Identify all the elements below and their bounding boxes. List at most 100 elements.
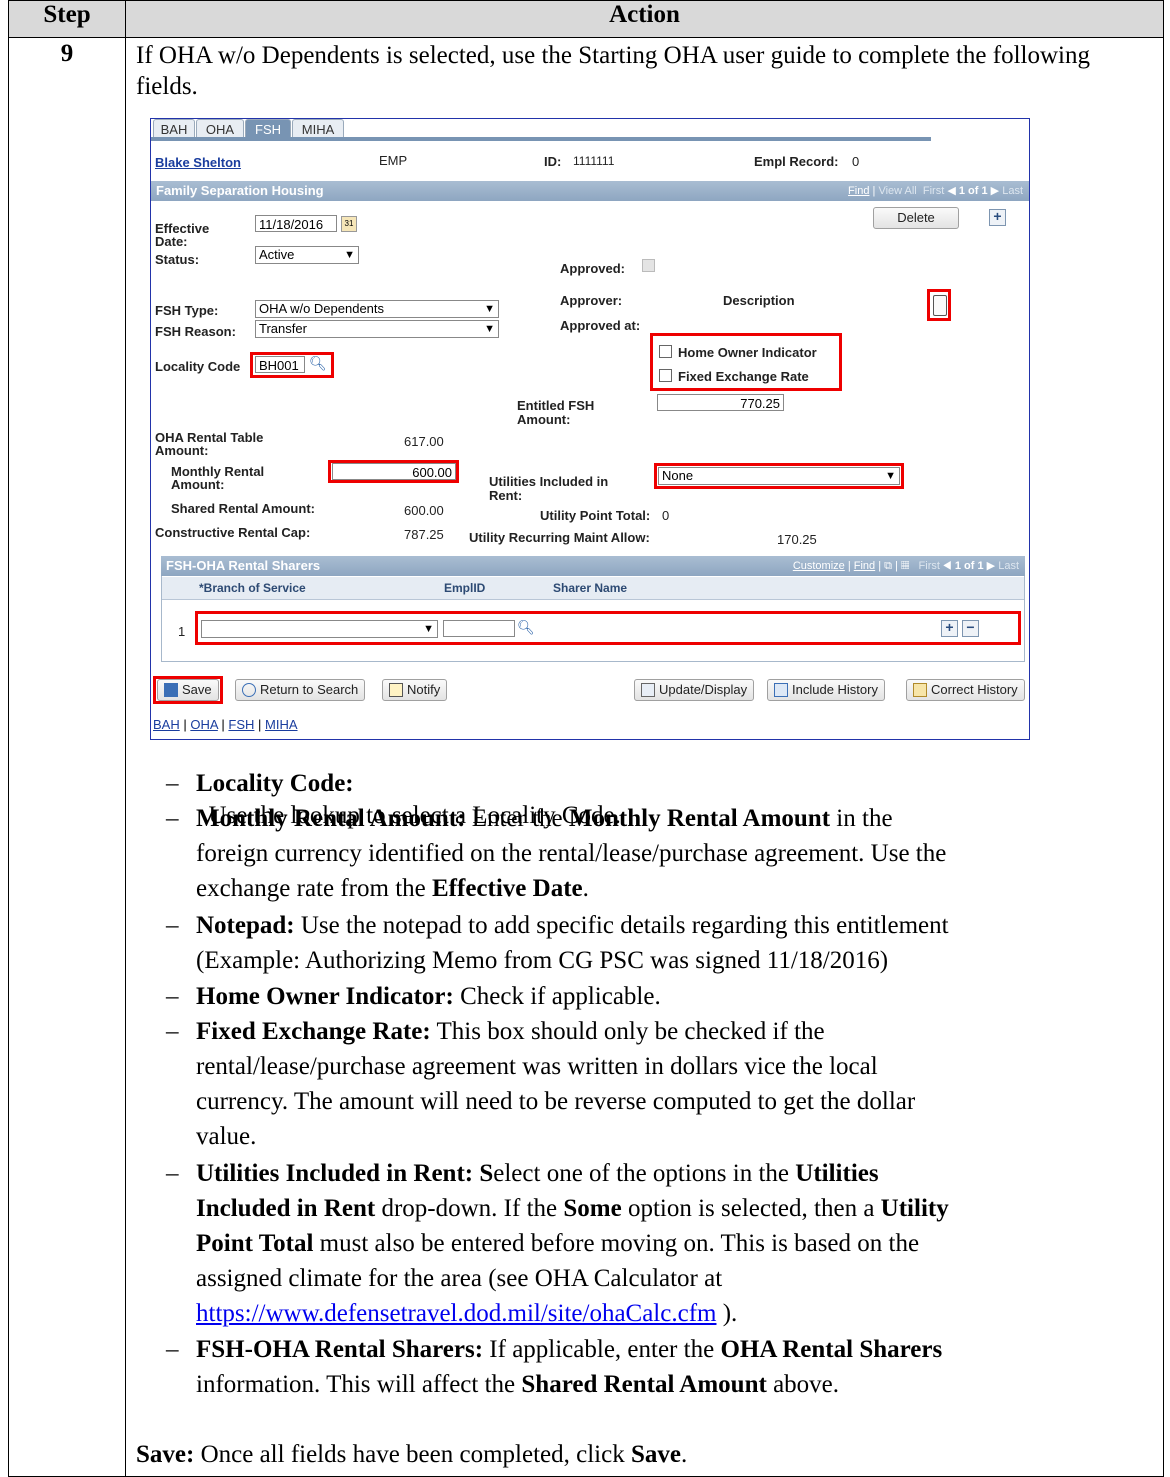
utilities-label: Utilities Included in Rent: [489, 474, 609, 503]
bullet-text: If applicable, enter the [483, 1336, 721, 1363]
bullet-bold: Some [563, 1195, 622, 1222]
description-label: Description [723, 293, 795, 308]
delete-button[interactable]: Delete [873, 207, 959, 229]
bullet-text: drop-down. If the [375, 1195, 564, 1222]
sharers-col-headers: *Branch of Service EmplID Sharer Name [162, 577, 1024, 600]
bullet-text: value. [196, 1123, 257, 1150]
bullet-text: in the [830, 805, 893, 832]
approved-at-label: Approved at: [560, 318, 641, 333]
zoom-icon[interactable]: ⧉ [884, 560, 892, 572]
add-sharer-icon[interactable]: + [941, 620, 958, 637]
return-icon [242, 683, 256, 697]
bullet-text: (Example: Authorizing Memo from CG PSC w… [196, 947, 889, 974]
bullet-text: option is selected, then a [621, 1195, 881, 1222]
col-action-header: Action [125, 0, 1164, 38]
customize-link[interactable]: Customize [793, 560, 845, 572]
bullet-text: information. This will affect the [196, 1371, 522, 1398]
bullet-bold: Point Total [196, 1230, 314, 1257]
return-to-search-button[interactable]: Return to Search [235, 679, 366, 701]
sharers-prev-icon[interactable]: ◀ [943, 560, 952, 572]
shared-rental-value: 600.00 [404, 503, 444, 518]
fsh-reason-value: Transfer [259, 321, 307, 336]
bullet-text: rental/lease/purchase agreement was writ… [196, 1053, 878, 1080]
view-all-link[interactable]: View All [878, 185, 916, 197]
home-owner-checkbox[interactable] [659, 345, 672, 358]
prev-arrow-icon[interactable]: ◀ [947, 185, 955, 197]
bullet-bold: Save [630, 1441, 681, 1468]
oha-calculator-link[interactable]: https://www.defensetravel.dod.mil/site/o… [196, 1300, 716, 1327]
utilities-select[interactable]: None ▼ [658, 467, 900, 485]
col-emplid: EmplID [444, 581, 486, 595]
bullet-bold: Effective Date [432, 875, 583, 902]
fixed-exchange-checkbox[interactable] [659, 369, 672, 382]
utility-maint-label: Utility Recurring Maint Allow: [469, 530, 650, 545]
find-link[interactable]: Find [848, 185, 869, 197]
bullet-text: elect one of the options in the [493, 1160, 796, 1187]
include-history-icon [774, 683, 788, 697]
bullet-text: foreign currency identified on the renta… [196, 840, 947, 867]
bullet-bold: Save: [136, 1441, 195, 1468]
fsh-type-select[interactable]: OHA w/o Dependents ▼ [255, 300, 499, 318]
id-label: ID: [544, 154, 562, 169]
remove-sharer-icon[interactable]: − [962, 620, 979, 637]
next-arrow-icon[interactable]: ▶ [991, 185, 999, 197]
save-label: Save [182, 682, 212, 697]
sharers-last-link[interactable]: Last [998, 560, 1019, 572]
emplid-lookup-icon[interactable]: 🔍︎ [517, 619, 535, 636]
bullet-bold: Included in Rent [196, 1195, 376, 1222]
approved-checkbox [642, 259, 655, 272]
add-row-icon[interactable]: + [989, 209, 1006, 226]
bullet-bold: Shared Rental Amount [521, 1371, 767, 1398]
notepad-icon[interactable] [933, 295, 947, 316]
bullet-text: currency. The amount will need to be rev… [196, 1088, 916, 1115]
effective-date-input[interactable]: 11/18/2016 [255, 215, 337, 232]
section-nav: Find | View All First ◀ 1 of 1 ▶ Last [848, 185, 1023, 197]
search-lookup-icon[interactable]: 🔍︎ [309, 355, 327, 372]
utility-point-value: 0 [662, 508, 670, 523]
update-display-button[interactable]: Update/Display [634, 679, 755, 701]
employee-name-link[interactable]: Blake Shelton [155, 155, 241, 170]
status-select[interactable]: Active ▼ [255, 246, 359, 264]
sharers-title: FSH-OHA Rental Sharers [166, 558, 321, 573]
chevron-down-icon: ▼ [484, 323, 495, 335]
emplid-input[interactable] [443, 620, 515, 637]
bullet-bold: Fixed Exchange Rate: [196, 1018, 431, 1045]
footer-link-bah[interactable]: BAH [153, 717, 180, 732]
grid-icon[interactable]: ▦ [901, 560, 909, 572]
last-link[interactable]: Last [1002, 185, 1023, 197]
footer-link-miha[interactable]: MIHA [265, 717, 298, 732]
sharers-first-link[interactable]: First [919, 560, 940, 572]
fsh-reason-select[interactable]: Transfer ▼ [255, 320, 499, 338]
save-button[interactable]: Save [157, 679, 219, 701]
entitled-fsh-value: 770.25 [657, 394, 784, 411]
entitled-fsh-label: Entitled FSH Amount: [517, 398, 595, 427]
sharers-nav: Customize | Find | ⧉ | ▦ First ◀ 1 of 1 … [792, 560, 1019, 572]
bullet-bold: Monthly Rental Amount: [196, 805, 466, 832]
include-history-button[interactable]: Include History [767, 679, 885, 701]
fixed-exchange-label: Fixed Exchange Rate [678, 369, 809, 384]
sharers-header: FSH-OHA Rental Sharers Customize | Find … [161, 556, 1025, 576]
sharers-find-link[interactable]: Find [854, 560, 875, 572]
return-label: Return to Search [260, 682, 359, 697]
footer-link-fsh[interactable]: FSH [228, 717, 254, 732]
sharers-next-icon[interactable]: ▶ [987, 560, 995, 572]
section-title: Family Separation Housing [156, 183, 324, 198]
bullet-text: assigned climate for the area (see OHA C… [196, 1265, 723, 1292]
col-branch: *Branch of Service [199, 581, 306, 595]
col-sharer-name: Sharer Name [553, 581, 628, 595]
locality-code-input[interactable]: BH001 [255, 356, 305, 373]
correct-history-button[interactable]: Correct History [906, 679, 1025, 701]
footer-link-oha[interactable]: OHA [190, 717, 217, 732]
branch-of-service-select[interactable]: ▼ [201, 620, 438, 638]
correct-history-icon [913, 683, 927, 697]
monthly-rental-input[interactable]: 600.00 [332, 463, 456, 480]
notify-button[interactable]: Notify [382, 679, 448, 701]
calendar-icon[interactable]: 31 [341, 216, 357, 232]
bullet-bold: FSH-OHA Rental Sharers: [196, 1336, 484, 1363]
bullet-text: ). [716, 1300, 738, 1327]
first-link[interactable]: First [923, 185, 944, 197]
save-icon [164, 683, 178, 697]
empl-record-label: Empl Record: [754, 154, 839, 169]
constructive-cap-value: 787.25 [404, 527, 444, 542]
chevron-down-icon: ▼ [484, 303, 495, 315]
